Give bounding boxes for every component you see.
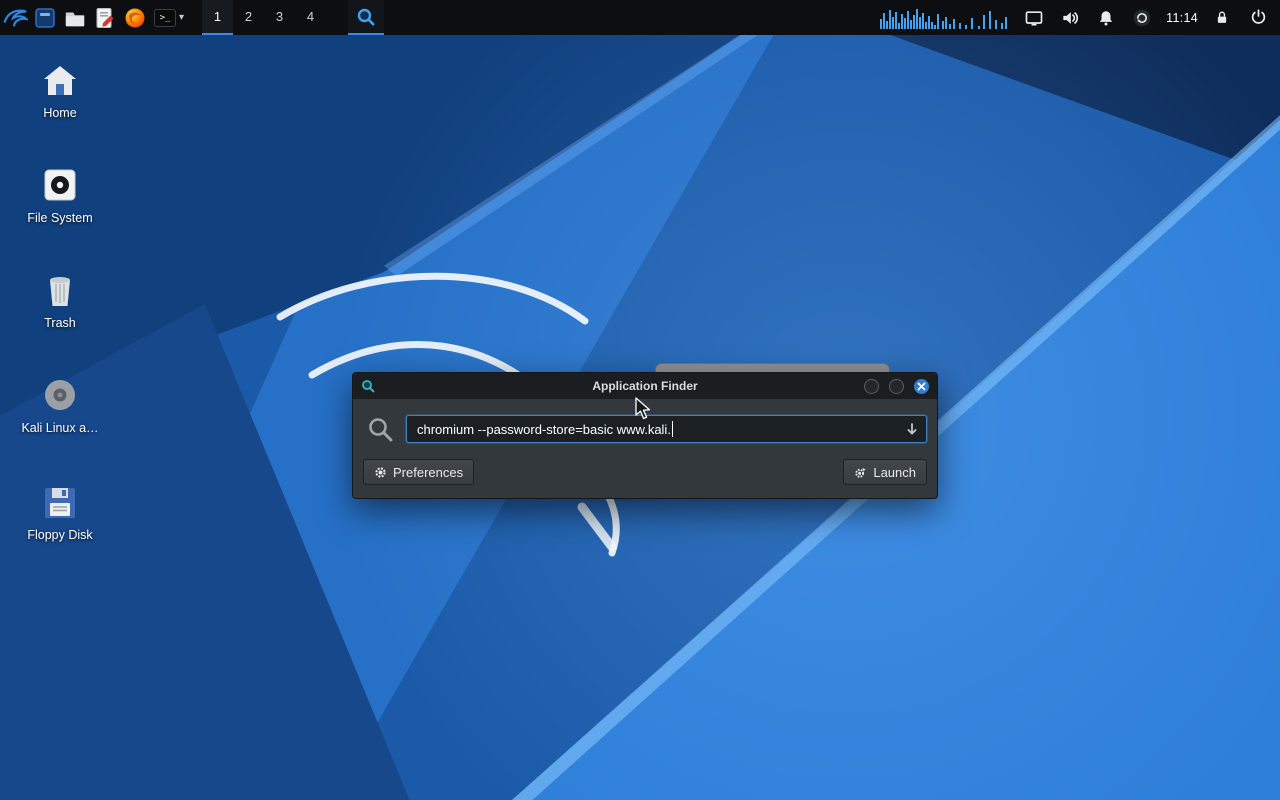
window-controls — [864, 379, 929, 394]
desktop-icon-home[interactable]: Home — [12, 58, 108, 121]
trash-icon — [12, 268, 108, 308]
application-finder-icon — [356, 7, 376, 27]
display-icon[interactable] — [1022, 0, 1046, 35]
notifications-bell-icon[interactable] — [1094, 0, 1118, 35]
command-input[interactable]: chromium --password-store=basic www.kali… — [406, 415, 927, 443]
disk-icon — [12, 373, 108, 413]
home-icon — [12, 58, 108, 98]
close-button[interactable] — [914, 379, 929, 394]
power-logout-icon[interactable] — [1246, 0, 1270, 35]
preferences-label: Preferences — [393, 465, 463, 480]
top-panel: >_ ▾ 1 2 3 4 — [0, 0, 1280, 35]
command-input-text: chromium --password-store=basic www.kali… — [417, 422, 671, 437]
panel-left: >_ ▾ 1 2 3 4 — [0, 0, 384, 35]
close-icon — [917, 382, 926, 391]
launch-gear-icon — [854, 466, 867, 479]
finder-titlebar[interactable]: Application Finder — [353, 373, 937, 399]
file-system-icon — [12, 163, 108, 203]
system-monitor-graph[interactable] — [880, 5, 1010, 30]
floppy-disk-icon — [12, 480, 108, 520]
launch-label: Launch — [873, 465, 916, 480]
taskbar-application-finder[interactable] — [348, 0, 384, 35]
desktop-icon-label: Floppy Disk — [12, 528, 108, 543]
search-icon — [367, 416, 394, 443]
desktop-icon-kali-linux[interactable]: Kali Linux a… — [12, 373, 108, 436]
finder-title: Application Finder — [353, 379, 937, 393]
volume-icon[interactable] — [1058, 0, 1082, 35]
desktop-icon-label: Home — [12, 106, 108, 121]
desktop-icon-label: Kali Linux a… — [12, 421, 108, 436]
preferences-button[interactable]: Preferences — [363, 459, 474, 485]
text-cursor — [672, 421, 673, 437]
screen: >_ ▾ 1 2 3 4 — [0, 0, 1280, 800]
desktop-icon-label: File System — [12, 211, 108, 226]
clock[interactable]: 11:14 — [1166, 11, 1198, 25]
minimize-button[interactable] — [864, 379, 879, 394]
finder-titlebar-icon — [361, 379, 375, 393]
file-manager-icon[interactable] — [60, 0, 90, 35]
button-row: Preferences Launch — [363, 459, 927, 485]
application-finder-window: Application Finder — [352, 372, 938, 499]
firefox-icon[interactable] — [120, 0, 150, 35]
desktop-icon-label: Trash — [12, 316, 108, 331]
workspace-4[interactable]: 4 — [295, 0, 326, 35]
desktop-icon-file-system[interactable]: File System — [12, 163, 108, 226]
terminal-launcher[interactable]: >_ ▾ — [150, 0, 188, 35]
kali-menu-button[interactable] — [0, 0, 30, 35]
entry-dropdown-arrow-icon[interactable] — [905, 422, 919, 440]
lock-icon[interactable] — [1210, 0, 1234, 35]
app-launcher-1-icon[interactable] — [30, 0, 60, 35]
desktop-icon-trash[interactable]: Trash — [12, 268, 108, 331]
panel-right: 11:14 — [880, 0, 1280, 35]
workspace-2[interactable]: 2 — [233, 0, 264, 35]
workspace-switcher: 1 2 3 4 — [202, 0, 326, 35]
terminal-icon: >_ — [154, 9, 176, 27]
updates-status-icon[interactable] — [1130, 0, 1154, 35]
launch-button[interactable]: Launch — [843, 459, 927, 485]
workspace-3[interactable]: 3 — [264, 0, 295, 35]
search-row: chromium --password-store=basic www.kali… — [363, 415, 927, 443]
terminal-dropdown-caret-icon[interactable]: ▾ — [179, 12, 184, 23]
finder-body: chromium --password-store=basic www.kali… — [353, 399, 937, 498]
maximize-button[interactable] — [889, 379, 904, 394]
desktop-icon-floppy-disk[interactable]: Floppy Disk — [12, 480, 108, 543]
workspace-1[interactable]: 1 — [202, 0, 233, 35]
text-editor-icon[interactable] — [90, 0, 120, 35]
gear-icon — [374, 466, 387, 479]
